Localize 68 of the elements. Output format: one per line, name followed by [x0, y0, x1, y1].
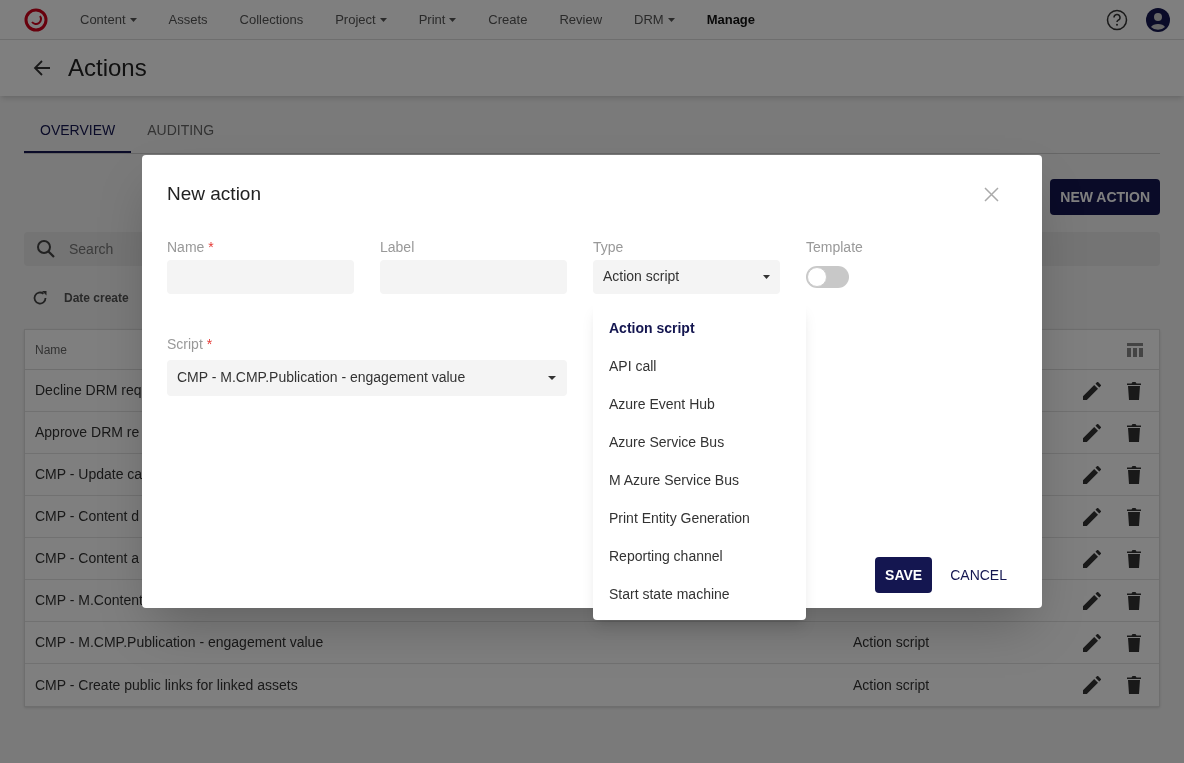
- column-settings-icon[interactable]: [1127, 342, 1143, 357]
- edit-icon[interactable]: [1083, 465, 1101, 484]
- help-icon[interactable]: [1106, 8, 1128, 31]
- dialog-title: New action: [167, 182, 261, 206]
- table-cell-text: Approve DRM re: [35, 423, 140, 442]
- table-cell-text: Action script: [853, 633, 930, 652]
- nav-item[interactable]: Create: [488, 9, 528, 30]
- nav-item[interactable]: Manage: [706, 9, 756, 30]
- nav-item[interactable]: Print: [418, 9, 457, 30]
- dropdown-option[interactable]: Start state machine: [593, 575, 806, 613]
- delete-icon[interactable]: [1127, 591, 1141, 610]
- table-cell-text: CMP - Update ca: [35, 465, 143, 484]
- field-label: Template: [806, 238, 863, 256]
- delete-icon[interactable]: [1127, 549, 1141, 568]
- caret-icon: [548, 375, 556, 380]
- edit-icon[interactable]: [1083, 423, 1101, 442]
- dropdown-option[interactable]: API call: [593, 347, 806, 385]
- table-cell-text: CMP - Content d: [35, 507, 139, 526]
- tab[interactable]: OVERVIEW: [24, 120, 132, 153]
- caret-icon: [763, 274, 770, 279]
- dropdown-option[interactable]: Azure Service Bus: [593, 423, 806, 461]
- tab[interactable]: AUDITING: [131, 120, 231, 153]
- edit-icon[interactable]: [1083, 676, 1101, 694]
- field-label: Script *: [167, 334, 214, 354]
- nav-item[interactable]: Collections: [239, 9, 304, 30]
- cancel-button[interactable]: CANCEL: [941, 557, 1016, 593]
- logo-icon[interactable]: [24, 7, 48, 32]
- delete-icon[interactable]: [1127, 676, 1141, 694]
- edit-icon[interactable]: [1083, 591, 1101, 610]
- edit-icon[interactable]: [1083, 633, 1101, 652]
- delete-icon[interactable]: [1127, 381, 1141, 400]
- dropdown-option[interactable]: Azure Event Hub: [593, 385, 806, 423]
- template-toggle[interactable]: [806, 265, 849, 288]
- field-label: Name *: [167, 238, 214, 256]
- type-select[interactable]: Action script: [593, 259, 780, 294]
- refresh-icon[interactable]: [32, 290, 48, 306]
- table-cell-text: CMP - M.CMP.Publication - engagement value: [35, 633, 324, 652]
- edit-icon[interactable]: [1083, 549, 1101, 568]
- column-header: Name: [35, 341, 67, 359]
- field-label: Type: [593, 238, 624, 256]
- edit-icon[interactable]: [1083, 381, 1101, 400]
- delete-icon[interactable]: [1127, 633, 1141, 652]
- nav-item[interactable]: Assets: [168, 9, 208, 30]
- nav-item[interactable]: DRM: [634, 9, 675, 30]
- edit-icon[interactable]: [1083, 507, 1101, 526]
- avatar-icon[interactable]: [1146, 7, 1170, 32]
- nav-item[interactable]: Project: [335, 9, 387, 30]
- delete-icon[interactable]: [1127, 465, 1141, 484]
- table-cell-text: Decline DRM req: [35, 381, 142, 400]
- dropdown-option[interactable]: Action script: [593, 309, 806, 347]
- nav-item[interactable]: Content: [80, 9, 137, 30]
- search-icon: [36, 239, 56, 259]
- dropdown-option[interactable]: M Azure Service Bus: [593, 461, 806, 499]
- delete-icon[interactable]: [1127, 423, 1141, 442]
- field-label: Label: [380, 238, 415, 256]
- save-button[interactable]: SAVE: [875, 557, 933, 593]
- dropdown-option[interactable]: Print Entity Generation: [593, 499, 806, 537]
- sort-label[interactable]: Date create: [64, 289, 129, 307]
- page-title: Actions: [68, 53, 147, 83]
- nav-item[interactable]: Review: [559, 9, 602, 30]
- table-cell-text: CMP - Create public links for linked assets: [35, 675, 298, 695]
- back-arrow-icon[interactable]: [33, 59, 51, 77]
- table-cell-text: CMP - Content a: [35, 549, 139, 568]
- script-select[interactable]: CMP - M.CMP.Publication - engagement value: [167, 359, 567, 396]
- delete-icon[interactable]: [1127, 507, 1141, 526]
- dropdown-option[interactable]: Reporting channel: [593, 537, 806, 575]
- new-action-button[interactable]: NEW ACTION: [1050, 179, 1160, 215]
- table-cell-text: Action script: [853, 675, 930, 695]
